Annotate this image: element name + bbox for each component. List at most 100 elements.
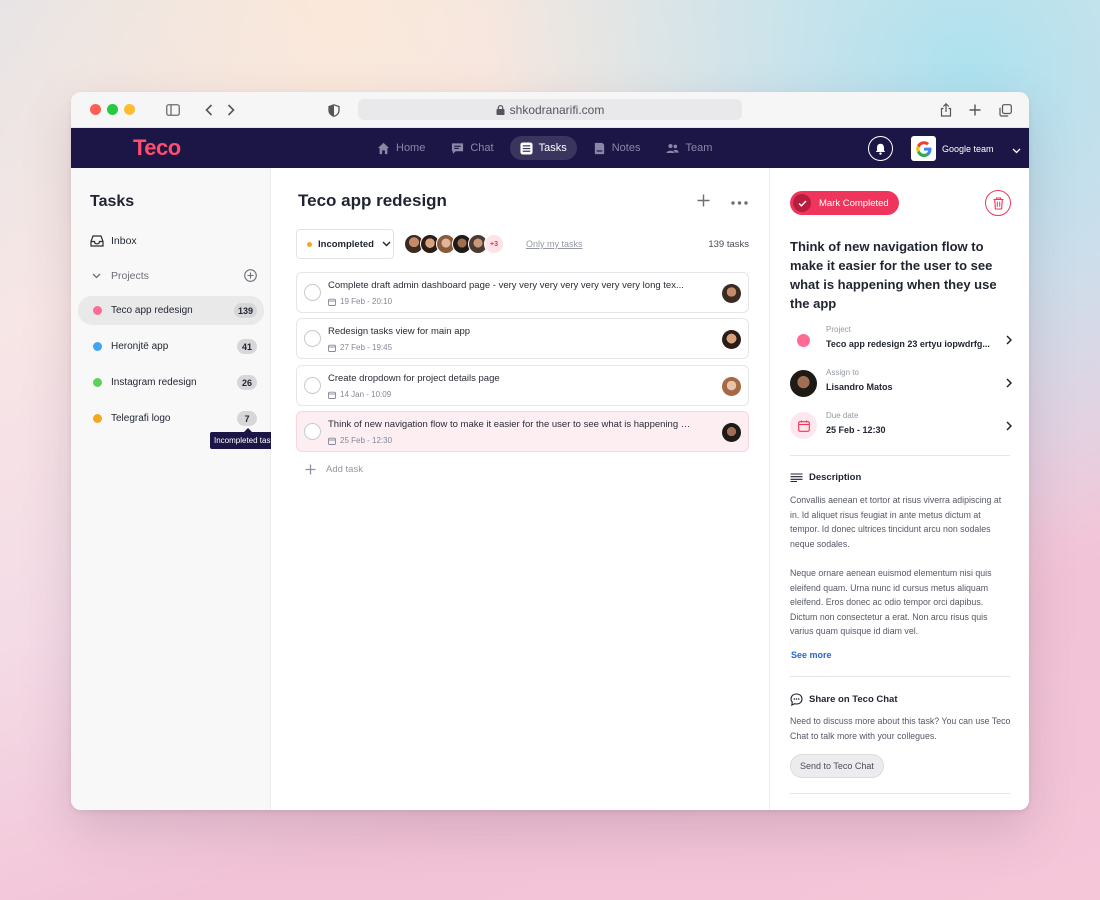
- divider: [790, 676, 1010, 677]
- task-count-badge: 7: [237, 411, 257, 426]
- chevron-right-icon: [1006, 334, 1013, 348]
- sidebar-toggle-icon[interactable]: [164, 101, 182, 119]
- task-date-text: 14 Jan - 10:09: [340, 390, 392, 399]
- task-date: 27 Feb - 19:45: [328, 343, 392, 352]
- add-task-button[interactable]: Add task: [305, 464, 363, 475]
- projects-section-header[interactable]: Projects: [78, 261, 264, 290]
- task-date-text: 19 Feb - 20:10: [340, 297, 393, 306]
- add-task-label: Add task: [326, 464, 363, 475]
- privacy-shield-icon[interactable]: [325, 101, 343, 119]
- nav-tab-tasks[interactable]: Tasks: [509, 136, 577, 160]
- sidebar-item-inbox[interactable]: Inbox: [78, 226, 264, 255]
- task-title: Think of new navigation flow to make it …: [328, 419, 693, 430]
- send-to-teco-chat-button[interactable]: Send to Teco Chat: [790, 754, 884, 778]
- field-label: Due date: [826, 411, 859, 420]
- divider: [790, 793, 1010, 794]
- project-color-dot: [93, 414, 102, 423]
- more-options-icon[interactable]: [731, 192, 748, 208]
- home-icon: [377, 142, 390, 154]
- close-window-button[interactable]: [90, 104, 101, 115]
- back-icon[interactable]: [200, 101, 218, 119]
- share-section-header: Share on Teco Chat: [790, 693, 898, 706]
- assignee-avatar: [722, 423, 741, 442]
- task-item[interactable]: Complete draft admin dashboard page - ve…: [296, 272, 749, 313]
- task-item[interactable]: Redesign tasks view for main app 27 Feb …: [296, 318, 749, 359]
- sidebar-item-teco-app-redesign[interactable]: Teco app redesign 139: [78, 296, 264, 325]
- task-item[interactable]: Create dropdown for project details page…: [296, 365, 749, 406]
- task-count-badge: 26: [237, 375, 257, 390]
- nav-tab-notes[interactable]: Notes: [583, 136, 651, 160]
- delete-task-button[interactable]: [985, 190, 1011, 216]
- chevron-down-icon[interactable]: [1012, 141, 1021, 159]
- sidebar-item-telegrafi-logo[interactable]: Telegrafi logo 7: [78, 404, 264, 433]
- lock-icon: [496, 104, 505, 115]
- only-my-tasks-link[interactable]: Only my tasks: [526, 239, 583, 249]
- project-color-dot: [93, 306, 102, 315]
- google-logo-icon: [911, 136, 936, 161]
- field-label: Assign to: [826, 368, 859, 377]
- tab-overview-icon[interactable]: [996, 101, 1014, 119]
- nav-tab-chat[interactable]: Chat: [441, 136, 503, 160]
- assign-to-field[interactable]: Assign to Lisandro Matos: [790, 368, 1013, 406]
- sidebar-item-label: Inbox: [111, 234, 137, 247]
- maximize-window-button[interactable]: [107, 104, 118, 115]
- minimize-window-button[interactable]: [124, 104, 135, 115]
- sidebar-item-label: Teco app redesign: [111, 305, 193, 316]
- tasks-icon: [520, 141, 533, 155]
- sidebar: Tasks Inbox Projects Teco app redesign 1…: [71, 168, 283, 810]
- mark-completed-label: Mark Completed: [819, 197, 889, 209]
- more-members-badge[interactable]: +3: [484, 234, 504, 254]
- page-title: Teco app redesign: [298, 191, 447, 210]
- task-checkbox[interactable]: [304, 377, 321, 394]
- assignee-avatar: [722, 284, 741, 303]
- sidebar-item-heronjte-app[interactable]: Heronjtë app 41: [78, 332, 264, 361]
- field-value: Teco app redesign 23 ertyu iopwdrfg...: [826, 339, 990, 349]
- browser-window: shkodranarifi.com Teco Home Chat Tasks N…: [71, 92, 1029, 810]
- notifications-bell-icon[interactable]: [868, 136, 893, 161]
- due-date-field[interactable]: Due date 25 Feb - 12:30: [790, 411, 1013, 449]
- field-label: Project: [826, 325, 851, 334]
- add-icon[interactable]: [697, 190, 710, 213]
- project-color-dot: [93, 342, 102, 351]
- task-date: 14 Jan - 10:09: [328, 390, 391, 399]
- task-title: Redesign tasks view for main app: [328, 326, 471, 337]
- mark-completed-button[interactable]: Mark Completed: [790, 191, 899, 215]
- url-text: shkodranarifi.com: [509, 102, 605, 117]
- chat-icon: [452, 142, 464, 154]
- share-icon[interactable]: [937, 101, 955, 119]
- project-field[interactable]: Project Teco app redesign 23 ertyu iopwd…: [790, 325, 1013, 363]
- sidebar-item-label: Telegrafi logo: [111, 413, 171, 424]
- task-item-selected[interactable]: Think of new navigation flow to make it …: [296, 411, 749, 452]
- plus-icon: [305, 464, 316, 475]
- task-checkbox[interactable]: [304, 330, 321, 347]
- assignee-avatar: [790, 370, 817, 397]
- chevron-down-icon: [92, 273, 101, 278]
- task-checkbox[interactable]: [304, 284, 321, 301]
- nav-tab-team[interactable]: Team: [656, 136, 722, 160]
- task-count-badge: 41: [237, 339, 257, 354]
- calendar-icon: [328, 437, 336, 445]
- member-avatars[interactable]: +3: [404, 234, 504, 254]
- see-more-link[interactable]: See more: [791, 650, 832, 660]
- nav-tab-home[interactable]: Home: [367, 136, 435, 160]
- add-project-icon[interactable]: [244, 269, 257, 282]
- chevron-down-icon: [382, 241, 391, 247]
- teco-logo[interactable]: Teco: [133, 135, 181, 161]
- status-filter-dropdown[interactable]: Incompleted: [296, 229, 394, 259]
- task-date-text: 27 Feb - 19:45: [340, 343, 393, 352]
- sidebar-item-label: Instagram redesign: [111, 377, 197, 388]
- task-list-panel: Teco app redesign Incompleted +3 Only my…: [271, 168, 769, 810]
- task-date: 19 Feb - 20:10: [328, 297, 392, 306]
- chevron-right-icon: [1006, 377, 1013, 391]
- nav-tab-label: Chat: [470, 142, 494, 154]
- browser-toolbar: shkodranarifi.com: [71, 92, 1029, 128]
- team-switcher[interactable]: Google team: [911, 136, 994, 161]
- share-label: Share on Teco Chat: [809, 694, 898, 705]
- sidebar-item-instagram-redesign[interactable]: Instagram redesign 26: [78, 368, 264, 397]
- address-bar[interactable]: shkodranarifi.com: [358, 99, 742, 120]
- new-tab-icon[interactable]: [966, 101, 984, 119]
- assignee-avatar: [722, 330, 741, 349]
- task-checkbox[interactable]: [304, 423, 321, 440]
- forward-icon[interactable]: [222, 101, 240, 119]
- filter-label: Incompleted: [318, 238, 374, 250]
